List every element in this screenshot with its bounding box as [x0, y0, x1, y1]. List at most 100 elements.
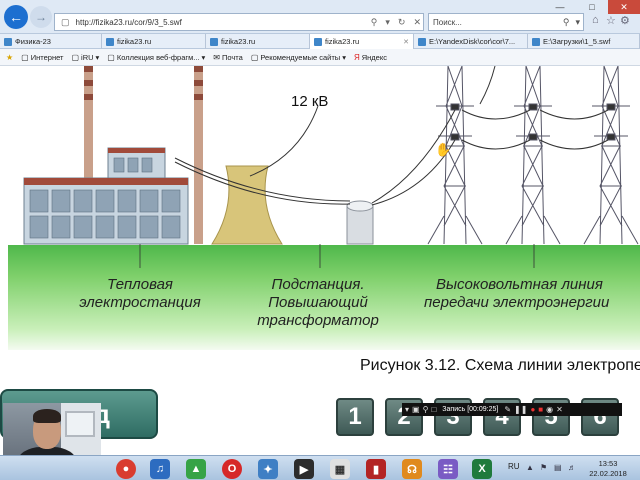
caption-line: Подстанция.: [271, 276, 365, 293]
tab-fizika23-active[interactable]: fizika23.ru ✕: [310, 34, 414, 49]
caption-line: Высоковольтная линия: [436, 276, 603, 293]
search-placeholder: Поиск...: [433, 17, 462, 27]
home-icon[interactable]: ⌂: [592, 14, 599, 26]
caption-pointer: [139, 244, 535, 268]
search-icon[interactable]: ⚲: [423, 405, 429, 414]
flash-scene: ✋ 12 кВ Тепловая электростанция Подстанц…: [0, 66, 640, 410]
dropdown-icon[interactable]: ▾: [405, 405, 409, 414]
caption-power-plant: Тепловая электростанция: [60, 276, 220, 312]
picture-frame: [65, 411, 95, 437]
dropdown-icon: ▾: [201, 52, 206, 62]
language-indicator[interactable]: RU: [508, 462, 520, 471]
recording-status: Запись [00:09:25]: [442, 406, 499, 413]
page-icon: ▢: [71, 52, 80, 62]
volume-icon[interactable]: ♬: [568, 463, 576, 472]
dropdown-icon[interactable]: ▾: [383, 17, 392, 28]
tab-downloads-swf[interactable]: E:\Загрузки\1_5.swf: [528, 34, 640, 49]
browser-titlebar: ← → ▢ http://fizika23.ru/cor/9/3_5.swf ⚲…: [0, 0, 640, 34]
tab-fizika-23[interactable]: Физика-23: [0, 34, 102, 49]
caption-line: трансформатор: [257, 312, 379, 329]
search-input[interactable]: Поиск... ⚲ ▾: [428, 13, 584, 31]
figure-caption: Рисунок 3.12. Схема линии электропередач…: [360, 357, 640, 374]
hand-cursor-icon: ✋: [435, 142, 451, 157]
tab-label: Физика-23: [15, 37, 51, 46]
slide-button-1[interactable]: 1: [336, 398, 374, 436]
window-icon[interactable]: ▣: [412, 405, 420, 414]
favorites-bar: ★ ▢ Интернет ▢ iRU ▾ ▢ Коллекция веб-фрагм..…: [0, 49, 640, 66]
settings-gear-icon[interactable]: ⚙: [620, 14, 630, 27]
favorites-star-icon[interactable]: ☆: [606, 14, 616, 27]
favicon-icon: [210, 37, 218, 46]
caption-line: Тепловая: [107, 276, 173, 293]
pen-icon[interactable]: ✎: [504, 405, 511, 414]
record-icon[interactable]: ●: [530, 405, 535, 414]
close-icon[interactable]: ✕: [556, 405, 563, 414]
system-clock[interactable]: 13:53 22.02.2018: [584, 459, 632, 479]
bird-app-icon[interactable]: ✦: [258, 459, 278, 479]
close-icon: ✕: [620, 1, 628, 12]
favorite-yandex[interactable]: Я Яндекс: [354, 53, 387, 62]
camera-icon[interactable]: ◉: [546, 405, 553, 414]
tab-yandexdisk[interactable]: E:\YandexDisk\cor\cor\7...: [414, 34, 528, 49]
favorite-label: Коллекция веб-фрагм...: [116, 52, 200, 62]
clock-time: 13:53: [598, 459, 618, 468]
graph-app-icon[interactable]: ☷: [438, 459, 458, 479]
network-icon[interactable]: ▤: [554, 463, 562, 472]
media-app-icon[interactable]: ▶: [294, 459, 314, 479]
chrome-app-icon[interactable]: ●: [116, 459, 136, 479]
minimize-button[interactable]: —: [544, 0, 576, 14]
favorites-star[interactable]: ★: [6, 53, 13, 62]
page-icon: ▢: [250, 52, 259, 62]
region-icon[interactable]: □: [431, 405, 436, 414]
favorite-label: iRU: [81, 52, 94, 62]
maximize-button[interactable]: □: [576, 0, 608, 14]
favorite-label: Рекомендуемые сайты: [260, 52, 341, 62]
tab-fizika23-1[interactable]: fizika23.ru: [102, 34, 206, 49]
person-hair: [33, 409, 61, 423]
favorite-suggested-sites[interactable]: ▢ Рекомендуемые сайты ▾: [251, 53, 346, 62]
tray-arrow-icon[interactable]: ▲: [526, 463, 534, 472]
search-icon[interactable]: ⚲: [369, 17, 380, 28]
favicon-icon: [106, 37, 114, 46]
excel-app-icon[interactable]: X: [472, 459, 492, 479]
opera-app-icon[interactable]: O: [222, 459, 242, 479]
yandex-icon: Я: [353, 52, 360, 62]
clock-date: 22.02.2018: [589, 469, 627, 478]
page-icon: ▢: [61, 16, 70, 27]
stop-icon[interactable]: ■: [538, 405, 543, 414]
minimize-icon: —: [555, 2, 565, 12]
favorite-web-slices[interactable]: ▢ Коллекция веб-фрагм... ▾: [107, 53, 205, 62]
favorite-mail[interactable]: ✉ Почта: [213, 53, 243, 62]
headphones-app-icon[interactable]: ☊: [402, 459, 422, 479]
caption-line: Повышающий: [268, 294, 368, 311]
maximize-icon: □: [589, 2, 595, 12]
favorites-star-icon: ★: [6, 52, 14, 62]
pause-icon[interactable]: ❚❚: [514, 405, 527, 414]
window-app-icon[interactable]: ▦: [330, 459, 350, 479]
archive-app-icon[interactable]: ▮: [366, 459, 386, 479]
favicon-icon: [4, 37, 12, 46]
page-icon: ▢: [107, 52, 115, 62]
close-window-button[interactable]: ✕: [608, 0, 640, 14]
mail-icon: ✉: [213, 52, 220, 62]
favorite-iru[interactable]: ▢ iRU ▾: [71, 53, 99, 62]
refresh-icon[interactable]: ↻: [396, 17, 408, 28]
button-label: 1: [348, 403, 362, 430]
favorite-internet[interactable]: ▢ Интернет: [21, 53, 63, 62]
triangle-app-icon[interactable]: ▲: [186, 459, 206, 479]
tab-label: fizika23.ru: [221, 37, 256, 46]
dropdown-icon[interactable]: ▾: [572, 17, 583, 28]
close-icon[interactable]: ✕: [411, 17, 423, 28]
address-bar[interactable]: ▢ http://fizika23.ru/cor/9/3_5.swf ⚲ ▾ ↻…: [54, 13, 424, 31]
caption-line: электростанция: [79, 294, 201, 311]
window-controls: — □ ✕: [544, 0, 640, 14]
power-plant-building: [23, 147, 189, 245]
flag-icon[interactable]: ⚑: [540, 463, 547, 472]
search-icon[interactable]: ⚲: [560, 17, 573, 28]
tab-fizika23-2[interactable]: fizika23.ru: [206, 34, 310, 49]
close-tab-icon[interactable]: ✕: [403, 38, 409, 46]
favorite-label: Интернет: [30, 52, 64, 62]
back-button[interactable]: ←: [4, 5, 28, 29]
audio-app-icon[interactable]: ♫: [150, 459, 170, 479]
forward-button[interactable]: →: [30, 6, 52, 28]
